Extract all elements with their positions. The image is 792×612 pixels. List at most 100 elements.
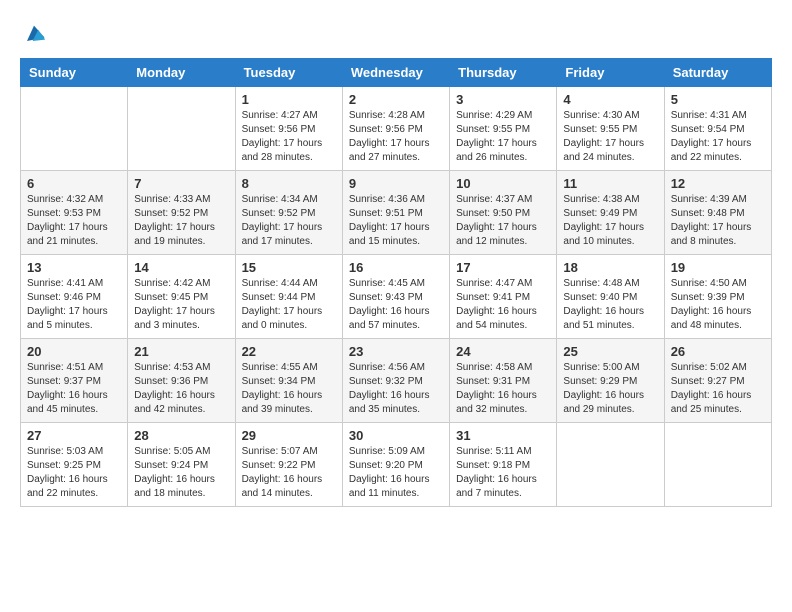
day-number: 8 bbox=[242, 176, 336, 191]
calendar-cell bbox=[21, 87, 128, 171]
calendar-cell: 4 Sunrise: 4:30 AM Sunset: 9:55 PM Daylig… bbox=[557, 87, 664, 171]
calendar-week-row: 27 Sunrise: 5:03 AM Sunset: 9:25 PM Dayli… bbox=[21, 423, 772, 507]
day-number: 11 bbox=[563, 176, 657, 191]
day-number: 24 bbox=[456, 344, 550, 359]
calendar-cell: 8 Sunrise: 4:34 AM Sunset: 9:52 PM Daylig… bbox=[235, 171, 342, 255]
calendar-cell: 9 Sunrise: 4:36 AM Sunset: 9:51 PM Daylig… bbox=[342, 171, 449, 255]
day-number: 12 bbox=[671, 176, 765, 191]
calendar-cell: 18 Sunrise: 4:48 AM Sunset: 9:40 PM Dayli… bbox=[557, 255, 664, 339]
calendar-cell: 12 Sunrise: 4:39 AM Sunset: 9:48 PM Dayli… bbox=[664, 171, 771, 255]
day-info: Sunrise: 4:30 AM Sunset: 9:55 PM Dayligh… bbox=[563, 109, 657, 165]
day-info: Sunrise: 5:00 AM Sunset: 9:29 PM Dayligh… bbox=[563, 361, 657, 417]
day-info: Sunrise: 5:09 AM Sunset: 9:20 PM Dayligh… bbox=[349, 445, 443, 501]
calendar-cell bbox=[128, 87, 235, 171]
calendar-col-header: Tuesday bbox=[235, 59, 342, 87]
day-number: 17 bbox=[456, 260, 550, 275]
day-number: 22 bbox=[242, 344, 336, 359]
day-number: 16 bbox=[349, 260, 443, 275]
calendar-cell: 20 Sunrise: 4:51 AM Sunset: 9:37 PM Dayli… bbox=[21, 339, 128, 423]
calendar-col-header: Thursday bbox=[450, 59, 557, 87]
day-info: Sunrise: 5:05 AM Sunset: 9:24 PM Dayligh… bbox=[134, 445, 228, 501]
day-number: 1 bbox=[242, 92, 336, 107]
day-number: 31 bbox=[456, 428, 550, 443]
day-info: Sunrise: 4:38 AM Sunset: 9:49 PM Dayligh… bbox=[563, 193, 657, 249]
day-info: Sunrise: 4:58 AM Sunset: 9:31 PM Dayligh… bbox=[456, 361, 550, 417]
calendar-cell: 22 Sunrise: 4:55 AM Sunset: 9:34 PM Dayli… bbox=[235, 339, 342, 423]
page-header bbox=[20, 20, 772, 48]
calendar-header-row: SundayMondayTuesdayWednesdayThursdayFrid… bbox=[21, 59, 772, 87]
calendar-cell: 25 Sunrise: 5:00 AM Sunset: 9:29 PM Dayli… bbox=[557, 339, 664, 423]
calendar-col-header: Sunday bbox=[21, 59, 128, 87]
calendar-table: SundayMondayTuesdayWednesdayThursdayFrid… bbox=[20, 58, 772, 507]
calendar-cell: 13Sunrise: 4:41 AM Sunset: 9:46 PM Dayli… bbox=[21, 255, 128, 339]
day-info: Sunrise: 4:42 AM Sunset: 9:45 PM Dayligh… bbox=[134, 277, 228, 333]
calendar-cell bbox=[664, 423, 771, 507]
day-number: 23 bbox=[349, 344, 443, 359]
day-number: 10 bbox=[456, 176, 550, 191]
day-number: 26 bbox=[671, 344, 765, 359]
day-number: 25 bbox=[563, 344, 657, 359]
calendar-cell: 21 Sunrise: 4:53 AM Sunset: 9:36 PM Dayli… bbox=[128, 339, 235, 423]
calendar-cell: 5 Sunrise: 4:31 AM Sunset: 9:54 PM Daylig… bbox=[664, 87, 771, 171]
calendar-cell: 11 Sunrise: 4:38 AM Sunset: 9:49 PM Dayli… bbox=[557, 171, 664, 255]
day-info: Sunrise: 5:11 AM Sunset: 9:18 PM Dayligh… bbox=[456, 445, 550, 501]
day-info: Sunrise: 4:31 AM Sunset: 9:54 PM Dayligh… bbox=[671, 109, 765, 165]
day-number: 21 bbox=[134, 344, 228, 359]
day-number: 20 bbox=[27, 344, 121, 359]
day-info: Sunrise: 5:02 AM Sunset: 9:27 PM Dayligh… bbox=[671, 361, 765, 417]
day-info: Sunrise: 4:44 AM Sunset: 9:44 PM Dayligh… bbox=[242, 277, 336, 333]
day-info: Sunrise: 5:03 AM Sunset: 9:25 PM Dayligh… bbox=[27, 445, 121, 501]
day-number: 19 bbox=[671, 260, 765, 275]
calendar-cell: 2 Sunrise: 4:28 AM Sunset: 9:56 PM Daylig… bbox=[342, 87, 449, 171]
day-info: Sunrise: 4:29 AM Sunset: 9:55 PM Dayligh… bbox=[456, 109, 550, 165]
day-number: 15 bbox=[242, 260, 336, 275]
day-number: 9 bbox=[349, 176, 443, 191]
calendar-cell: 23 Sunrise: 4:56 AM Sunset: 9:32 PM Dayli… bbox=[342, 339, 449, 423]
calendar-cell: 27 Sunrise: 5:03 AM Sunset: 9:25 PM Dayli… bbox=[21, 423, 128, 507]
day-info: Sunrise: 4:56 AM Sunset: 9:32 PM Dayligh… bbox=[349, 361, 443, 417]
calendar-cell: 16Sunrise: 4:45 AM Sunset: 9:43 PM Dayli… bbox=[342, 255, 449, 339]
day-info: Sunrise: 5:07 AM Sunset: 9:22 PM Dayligh… bbox=[242, 445, 336, 501]
day-number: 4 bbox=[563, 92, 657, 107]
calendar-cell: 1Sunrise: 4:27 AM Sunset: 9:56 PM Daylig… bbox=[235, 87, 342, 171]
day-info: Sunrise: 4:39 AM Sunset: 9:48 PM Dayligh… bbox=[671, 193, 765, 249]
calendar-cell bbox=[557, 423, 664, 507]
calendar-cell: 3 Sunrise: 4:29 AM Sunset: 9:55 PM Daylig… bbox=[450, 87, 557, 171]
calendar-cell: 31 Sunrise: 5:11 AM Sunset: 9:18 PM Dayli… bbox=[450, 423, 557, 507]
day-info: Sunrise: 4:34 AM Sunset: 9:52 PM Dayligh… bbox=[242, 193, 336, 249]
day-number: 3 bbox=[456, 92, 550, 107]
day-info: Sunrise: 4:50 AM Sunset: 9:39 PM Dayligh… bbox=[671, 277, 765, 333]
day-number: 14 bbox=[134, 260, 228, 275]
day-info: Sunrise: 4:47 AM Sunset: 9:41 PM Dayligh… bbox=[456, 277, 550, 333]
day-number: 5 bbox=[671, 92, 765, 107]
calendar-col-header: Monday bbox=[128, 59, 235, 87]
calendar-col-header: Wednesday bbox=[342, 59, 449, 87]
calendar-week-row: 1Sunrise: 4:27 AM Sunset: 9:56 PM Daylig… bbox=[21, 87, 772, 171]
logo bbox=[20, 20, 52, 48]
day-info: Sunrise: 4:55 AM Sunset: 9:34 PM Dayligh… bbox=[242, 361, 336, 417]
day-info: Sunrise: 4:28 AM Sunset: 9:56 PM Dayligh… bbox=[349, 109, 443, 165]
calendar-cell: 24 Sunrise: 4:58 AM Sunset: 9:31 PM Dayli… bbox=[450, 339, 557, 423]
calendar-cell: 30 Sunrise: 5:09 AM Sunset: 9:20 PM Dayli… bbox=[342, 423, 449, 507]
day-info: Sunrise: 4:36 AM Sunset: 9:51 PM Dayligh… bbox=[349, 193, 443, 249]
calendar-cell: 15 Sunrise: 4:44 AM Sunset: 9:44 PM Dayli… bbox=[235, 255, 342, 339]
day-info: Sunrise: 4:51 AM Sunset: 9:37 PM Dayligh… bbox=[27, 361, 121, 417]
day-number: 2 bbox=[349, 92, 443, 107]
day-info: Sunrise: 4:53 AM Sunset: 9:36 PM Dayligh… bbox=[134, 361, 228, 417]
day-info: Sunrise: 4:37 AM Sunset: 9:50 PM Dayligh… bbox=[456, 193, 550, 249]
day-number: 18 bbox=[563, 260, 657, 275]
day-info: Sunrise: 4:32 AM Sunset: 9:53 PM Dayligh… bbox=[27, 193, 121, 249]
day-number: 7 bbox=[134, 176, 228, 191]
calendar-cell: 17 Sunrise: 4:47 AM Sunset: 9:41 PM Dayli… bbox=[450, 255, 557, 339]
day-number: 30 bbox=[349, 428, 443, 443]
calendar-cell: 19 Sunrise: 4:50 AM Sunset: 9:39 PM Dayli… bbox=[664, 255, 771, 339]
calendar-col-header: Friday bbox=[557, 59, 664, 87]
day-number: 13 bbox=[27, 260, 121, 275]
day-number: 27 bbox=[27, 428, 121, 443]
calendar-cell: 26 Sunrise: 5:02 AM Sunset: 9:27 PM Dayli… bbox=[664, 339, 771, 423]
calendar-week-row: 6Sunrise: 4:32 AM Sunset: 9:53 PM Daylig… bbox=[21, 171, 772, 255]
calendar-col-header: Saturday bbox=[664, 59, 771, 87]
calendar-week-row: 13Sunrise: 4:41 AM Sunset: 9:46 PM Dayli… bbox=[21, 255, 772, 339]
calendar-cell: 7Sunrise: 4:33 AM Sunset: 9:52 PM Daylig… bbox=[128, 171, 235, 255]
day-info: Sunrise: 4:48 AM Sunset: 9:40 PM Dayligh… bbox=[563, 277, 657, 333]
